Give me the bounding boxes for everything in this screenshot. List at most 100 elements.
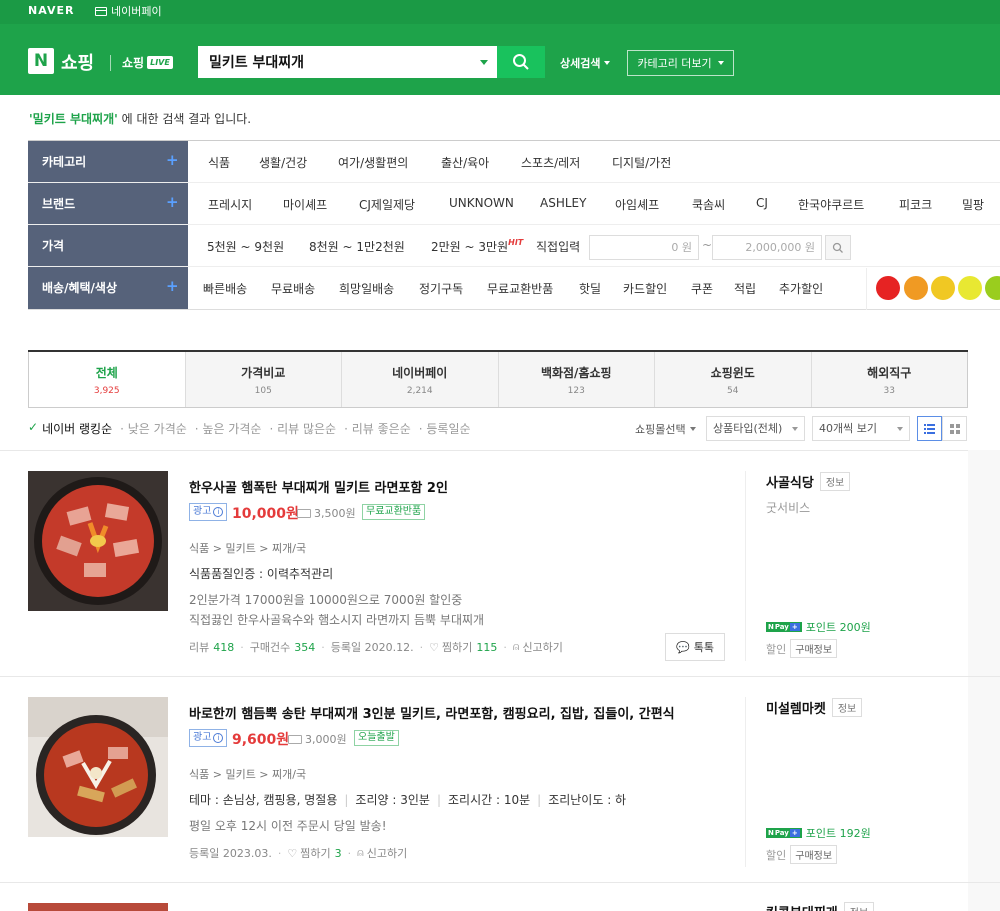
- mall-info-button[interactable]: 정보: [819, 472, 851, 491]
- mall-select-dropdown[interactable]: 쇼핑몰선택: [635, 421, 696, 437]
- category-more-button[interactable]: 카테고리 더보기: [627, 50, 734, 76]
- tab-count: 33: [883, 386, 895, 396]
- mall-name[interactable]: 킹콩부대찌개 정보: [766, 902, 875, 911]
- tab-department[interactable]: 백화점/홈쇼핑 123: [497, 352, 654, 407]
- naverpay-link[interactable]: 네이버페이: [95, 3, 162, 19]
- expand-plus-icon[interactable]: +: [166, 193, 179, 211]
- color-swatch-gold[interactable]: [931, 276, 955, 300]
- filter-item[interactable]: 쿡솜씨: [692, 196, 725, 213]
- mall-info-button[interactable]: 정보: [831, 698, 863, 717]
- sort-low-price[interactable]: · 낮은 가격순: [120, 420, 187, 437]
- filter-item[interactable]: 8천원 ~ 1만2천원: [309, 238, 405, 255]
- ad-badge[interactable]: 광고 i: [189, 503, 228, 521]
- shopping-live-link[interactable]: 쇼핑 LIVE: [122, 54, 173, 71]
- product-title[interactable]: 바로한끼 햄듬뿍 송탄 부대찌개 3인분 밀키트, 라면포함, 캠핑요리, 집밥…: [189, 703, 675, 722]
- mall-info-button[interactable]: 정보: [843, 902, 875, 911]
- filter-item[interactable]: 마이셰프: [283, 196, 327, 213]
- per-page-select[interactable]: 40개씩 보기: [812, 416, 910, 441]
- price-search-button[interactable]: [825, 235, 851, 260]
- caret-down-icon: [897, 427, 903, 431]
- filter-item[interactable]: 스포츠/레저: [521, 154, 580, 171]
- product-category[interactable]: 식품 > 밀키트 > 찌개/국: [189, 766, 306, 782]
- filter-item[interactable]: 생활/건강: [259, 154, 307, 171]
- talk-button[interactable]: 💬 톡톡: [665, 633, 725, 661]
- filter-item[interactable]: CJ제일제당: [359, 196, 415, 213]
- product-image[interactable]: [28, 471, 168, 611]
- product-image[interactable]: [28, 697, 168, 837]
- product-image[interactable]: [28, 903, 168, 911]
- filter-item[interactable]: 핫딜: [579, 280, 601, 297]
- mall-divider: [745, 697, 746, 867]
- sort-high-price[interactable]: · 높은 가격순: [195, 420, 262, 437]
- filter-item[interactable]: 디지털/가전: [612, 154, 671, 171]
- product-category[interactable]: 식품 > 밀키트 > 찌개/국: [189, 540, 306, 556]
- sort-ranking[interactable]: 네이버 랭킹순: [42, 420, 112, 437]
- bell-icon[interactable]: ⍝: [357, 846, 364, 860]
- report-link[interactable]: 신고하기: [522, 639, 562, 655]
- filter-item[interactable]: UNKNOWN: [449, 196, 514, 210]
- sort-review-count[interactable]: · 리뷰 많은순: [269, 420, 336, 437]
- filter-item[interactable]: 적립: [734, 280, 756, 297]
- price-max-input[interactable]: 2,000,000 원: [712, 235, 822, 260]
- color-swatch-yellow[interactable]: [958, 276, 982, 300]
- filter-item[interactable]: 밀팡: [962, 196, 984, 213]
- color-swatch-red[interactable]: [876, 276, 900, 300]
- filter-item[interactable]: 5천원 ~ 9천원: [207, 238, 284, 255]
- filter-item[interactable]: 한국야쿠르트: [798, 196, 864, 213]
- heart-icon[interactable]: ♡: [429, 641, 439, 654]
- tab-all[interactable]: 전체 3,925: [28, 352, 185, 407]
- filter-item[interactable]: 무료배송: [271, 280, 315, 297]
- spec-separator: |: [537, 793, 542, 807]
- filter-item[interactable]: 출산/육아: [441, 154, 489, 171]
- ad-badge[interactable]: 광고 i: [189, 729, 228, 747]
- search-input[interactable]: [199, 48, 469, 76]
- bell-icon[interactable]: ⍝: [513, 640, 520, 654]
- expand-plus-icon[interactable]: +: [166, 151, 179, 169]
- like-label[interactable]: 찜하기: [442, 639, 472, 655]
- filter-item[interactable]: 프레시지: [208, 196, 252, 213]
- filter-item[interactable]: 빠른배송: [203, 280, 247, 297]
- tab-overseas[interactable]: 해외직구 33: [810, 352, 968, 407]
- filter-item[interactable]: 피코크: [899, 196, 932, 213]
- naver-logo[interactable]: NAVER: [28, 4, 74, 17]
- review-count[interactable]: 418: [213, 641, 234, 654]
- autocomplete-toggle-icon[interactable]: [480, 60, 488, 65]
- search-button[interactable]: [497, 46, 545, 78]
- buy-info-button[interactable]: 구매정보: [790, 845, 838, 864]
- tab-price-compare[interactable]: 가격비교 105: [184, 352, 341, 407]
- price-min-input[interactable]: 0 원: [589, 235, 699, 260]
- shopping-title[interactable]: 쇼핑: [61, 49, 94, 75]
- filter-item[interactable]: 쿠폰: [691, 280, 713, 297]
- filter-item[interactable]: ASHLEY: [540, 196, 586, 210]
- filter-item[interactable]: 여가/생활편의: [338, 154, 408, 171]
- filter-item[interactable]: 무료교환반품: [487, 280, 553, 297]
- tab-shopping-window[interactable]: 쇼핑윈도 54: [654, 352, 811, 407]
- buy-info-button[interactable]: 구매정보: [790, 639, 838, 658]
- n-logo[interactable]: N: [28, 48, 54, 74]
- color-swatch-orange[interactable]: [904, 276, 928, 300]
- tab-naverpay[interactable]: 네이버페이 2,214: [341, 352, 498, 407]
- review-label[interactable]: 리뷰: [189, 639, 209, 655]
- filter-item[interactable]: 희망일배송: [339, 280, 394, 297]
- mall-name[interactable]: 미설렘마켓 정보: [766, 698, 863, 717]
- product-type-select[interactable]: 상품타입(전체): [706, 416, 805, 441]
- filter-item[interactable]: 정기구독: [419, 280, 463, 297]
- filter-item[interactable]: 식품: [208, 154, 230, 171]
- mall-name[interactable]: 사골식당 정보: [766, 472, 851, 491]
- list-view-button[interactable]: [917, 416, 942, 441]
- heart-icon[interactable]: ♡: [287, 847, 297, 860]
- filter-item[interactable]: 추가할인: [779, 280, 823, 297]
- filter-item[interactable]: 2만원 ~ 3만원HIT: [431, 238, 523, 255]
- grid-view-button[interactable]: [942, 416, 967, 441]
- product-title[interactable]: 한우사골 햄폭탄 부대찌개 밀키트 라면포함 2인: [189, 477, 448, 496]
- filter-item[interactable]: CJ: [756, 196, 768, 210]
- like-label[interactable]: 찜하기: [300, 845, 330, 861]
- sort-date[interactable]: · 등록일순: [419, 420, 471, 437]
- filter-item[interactable]: 카드할인: [623, 280, 667, 297]
- filter-item[interactable]: 아임셰프: [615, 196, 659, 213]
- detail-search-button[interactable]: 상세검색: [560, 55, 611, 71]
- report-link[interactable]: 신고하기: [367, 845, 407, 861]
- sort-review-score[interactable]: · 리뷰 좋은순: [344, 420, 411, 437]
- expand-plus-icon[interactable]: +: [166, 277, 179, 295]
- result-keyword: '밀키트 부대찌개': [29, 112, 118, 126]
